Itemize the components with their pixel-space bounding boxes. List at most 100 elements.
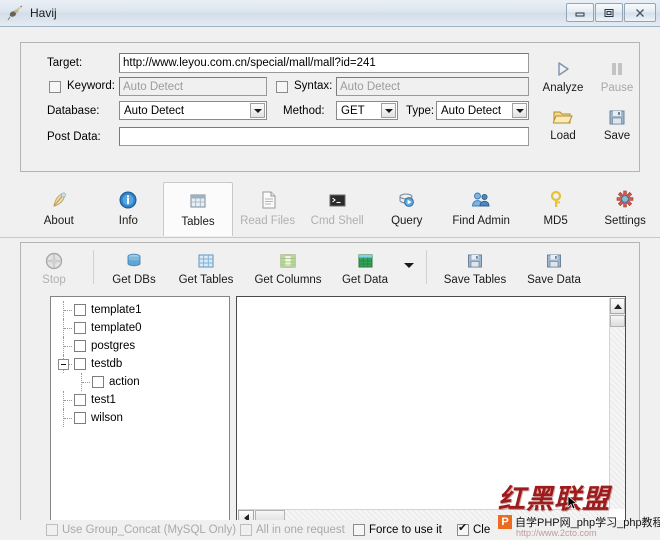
option-force-to-use-it[interactable]: Force to use it <box>353 524 442 536</box>
get-columns-button[interactable]: Get Columns <box>245 244 331 286</box>
window-controls <box>565 3 656 22</box>
close-button[interactable] <box>624 3 656 22</box>
tab-about-label: About <box>43 215 74 227</box>
grid-blue-icon <box>196 250 216 272</box>
get-dbs-button[interactable]: Get DBs <box>101 244 167 286</box>
tree-item-label: action <box>109 376 140 388</box>
group-concat-checkbox[interactable] <box>46 524 58 536</box>
clear-label: Cle <box>473 524 491 536</box>
minimize-button[interactable] <box>566 3 594 22</box>
triangle-up-icon[interactable] <box>610 298 625 314</box>
postdata-label: Post Data: <box>47 131 101 143</box>
tree-checkbox[interactable] <box>92 376 104 388</box>
target-input[interactable]: http://www.leyou.com.cn/special/mall/mal… <box>119 53 529 73</box>
tree-checkbox[interactable] <box>74 322 86 334</box>
keyword-placeholder: Auto Detect <box>123 80 184 93</box>
target-input-value: http://www.leyou.com.cn/special/mall/mal… <box>123 57 376 69</box>
stop-icon <box>44 250 64 272</box>
tab-info[interactable]: Info <box>94 182 164 236</box>
save-tables-label: Save Tables <box>443 274 507 286</box>
all-in-one-request-label: All in one request <box>256 524 345 536</box>
tab-query[interactable]: Query <box>372 182 442 236</box>
tree-item-testdb[interactable]: testdb <box>55 355 229 373</box>
tree-item-template0[interactable]: template0 <box>55 319 229 337</box>
option-all-in-one-request[interactable]: All in one request <box>240 524 345 536</box>
save-tables-button[interactable]: Save Tables <box>434 244 516 286</box>
analyze-button[interactable]: Analyze <box>539 57 587 94</box>
tab-about[interactable]: About <box>24 182 94 236</box>
tree-checkbox[interactable] <box>74 358 86 370</box>
vscroll-track[interactable] <box>610 328 625 509</box>
tree-item-wilson[interactable]: wilson <box>55 409 229 427</box>
get-data-label: Get Data <box>341 274 389 286</box>
stop-button[interactable]: Stop <box>22 244 86 286</box>
save-label: Save <box>603 130 631 142</box>
tab-read-files[interactable]: Read Files <box>233 182 303 236</box>
keyword-checkbox[interactable] <box>49 81 61 93</box>
tab-cmd-shell[interactable]: Cmd Shell <box>302 182 372 236</box>
tree-checkbox[interactable] <box>74 340 86 352</box>
analyze-label: Analyze <box>542 82 584 94</box>
database-icon <box>124 250 144 272</box>
option-group-concat[interactable]: Use Group_Concat (MySQL Only) <box>46 524 236 536</box>
tree-item-action[interactable]: action <box>55 373 229 391</box>
load-button[interactable]: Load <box>539 105 587 142</box>
tab-cmd-shell-label: Cmd Shell <box>310 215 364 227</box>
floppy-disk-icon <box>544 250 564 272</box>
table-icon <box>187 189 209 213</box>
chevron-down-icon[interactable] <box>250 103 265 118</box>
tree-checkbox[interactable] <box>74 394 86 406</box>
window-titlebar: Havij <box>0 0 660 27</box>
database-tree[interactable]: template1 template0 postgres testdb acti… <box>50 296 230 526</box>
database-select[interactable]: Auto Detect <box>119 101 267 120</box>
type-select[interactable]: Auto Detect <box>436 101 529 120</box>
tab-md5[interactable]: MD5 <box>521 182 591 236</box>
get-data-dropdown[interactable] <box>399 244 419 270</box>
folder-open-icon <box>539 105 587 129</box>
tab-tables[interactable]: Tables <box>163 182 233 236</box>
tree-item-template1[interactable]: template1 <box>55 301 229 319</box>
tab-settings[interactable]: Settings <box>590 182 660 236</box>
query-icon <box>396 188 418 212</box>
chevron-down-icon[interactable] <box>512 103 527 118</box>
force-to-use-it-checkbox[interactable] <box>353 524 365 536</box>
option-clear[interactable]: Cle <box>457 522 491 536</box>
clear-checkbox[interactable] <box>457 522 469 536</box>
tree-checkbox[interactable] <box>74 304 86 316</box>
get-tables-label: Get Tables <box>178 274 234 286</box>
load-label: Load <box>550 130 576 142</box>
type-label: Type: <box>406 105 435 117</box>
maximize-button[interactable] <box>595 3 623 22</box>
get-tables-button[interactable]: Get Tables <box>167 244 245 286</box>
method-select[interactable]: GET <box>336 101 398 120</box>
collapse-minus-icon[interactable] <box>58 359 69 370</box>
method-select-value: GET <box>341 104 365 117</box>
tree-item-label: wilson <box>91 412 123 424</box>
key-icon <box>545 188 567 212</box>
save-data-button[interactable]: Save Data <box>516 244 592 286</box>
all-in-one-request-checkbox[interactable] <box>240 524 252 536</box>
pause-icon <box>593 57 641 81</box>
tab-find-admin[interactable]: Find Admin <box>442 182 521 236</box>
get-dbs-label: Get DBs <box>112 274 156 286</box>
vertical-scrollbar[interactable] <box>609 298 625 509</box>
tree-checkbox[interactable] <box>74 412 86 424</box>
data-grid[interactable] <box>236 296 626 526</box>
syntax-input[interactable]: Auto Detect <box>336 77 529 96</box>
save-button[interactable]: Save <box>593 105 641 142</box>
vscroll-thumb[interactable] <box>610 315 625 327</box>
syntax-checkbox[interactable] <box>276 81 288 93</box>
tree-item-postgres[interactable]: postgres <box>55 337 229 355</box>
command-toolbar: Stop Get DBs Get Tables Get Columns Get … <box>22 244 640 292</box>
get-data-button[interactable]: Get Data <box>331 244 399 286</box>
chevron-down-icon[interactable] <box>381 103 396 118</box>
play-icon <box>539 57 587 81</box>
postdata-input[interactable] <box>119 127 529 146</box>
results-panel: Stop Get DBs Get Tables Get Columns Get … <box>20 242 640 540</box>
keyword-input[interactable]: Auto Detect <box>119 77 267 96</box>
floppy-disk-icon <box>593 105 641 129</box>
pause-button[interactable]: Pause <box>593 57 641 94</box>
tree-item-test1[interactable]: test1 <box>55 391 229 409</box>
tree-item-label: template1 <box>91 304 142 316</box>
target-form-panel: Target: http://www.leyou.com.cn/special/… <box>20 42 640 172</box>
